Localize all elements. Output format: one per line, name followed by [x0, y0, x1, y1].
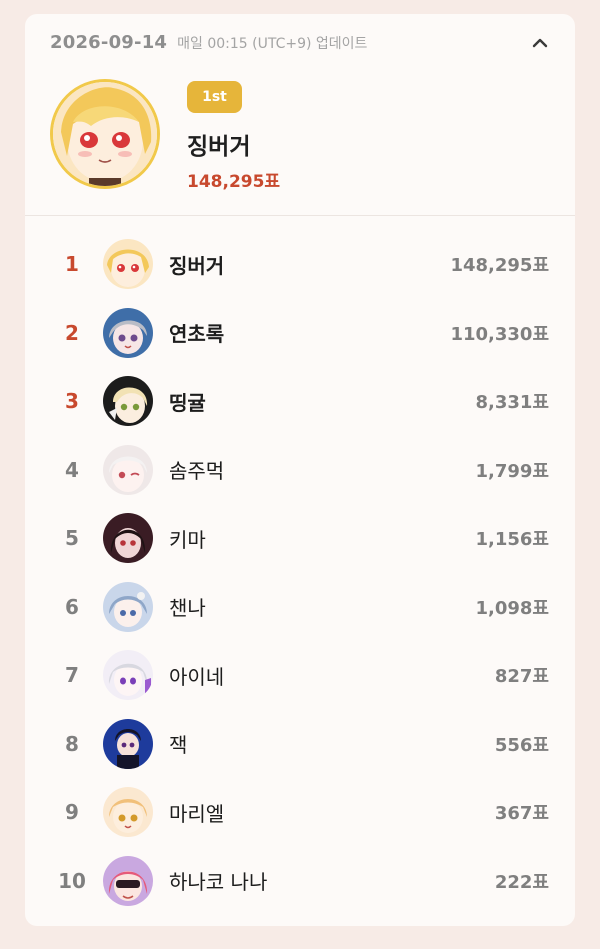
streamer-name: 징버거 — [169, 253, 225, 278]
ranking-row[interactable]: 1 징버거 148,295표 — [25, 230, 575, 299]
ranking-row[interactable]: 6 챈나 1,098표 — [25, 573, 575, 642]
vote-count: 110,330표 — [450, 323, 549, 345]
ranking-row[interactable]: 9 마리엘 367표 — [25, 778, 575, 847]
streamer-name: 하나코 나나 — [169, 870, 268, 895]
rank-number: 10 — [58, 868, 86, 893]
top-ranker[interactable]: 1st 징버거 148,295표 — [25, 74, 575, 214]
rank-number: 3 — [65, 389, 79, 414]
streamer-name: 솜주먹 — [169, 459, 225, 484]
avatar — [103, 307, 153, 358]
rank-number: 6 — [65, 594, 79, 619]
avatar — [103, 513, 153, 563]
streamer-name: 아이네 — [169, 664, 225, 689]
rank-number: 2 — [65, 320, 79, 345]
streamer-name: 띵귤 — [169, 390, 206, 415]
avatar — [103, 444, 153, 495]
rank-number: 4 — [65, 457, 79, 482]
top-ranker-name: 징버거 — [187, 134, 251, 160]
avatar — [103, 787, 153, 837]
ranking-row[interactable]: 3 띵귤 8,331표 — [25, 367, 575, 436]
avatar — [103, 650, 153, 700]
streamer-name: 키마 — [169, 527, 206, 552]
collapse-button[interactable] — [527, 30, 553, 56]
top-ranker-avatar — [50, 79, 160, 189]
vote-count: 8,331표 — [475, 392, 550, 414]
streamer-name: 마리엘 — [169, 801, 225, 826]
update-schedule-note: 매일 00:15 (UTC+9) 업데이트 — [177, 36, 368, 52]
ranking-row[interactable]: 2 연초록 110,330표 — [25, 299, 575, 368]
top-ranker-votes: 148,295표 — [187, 172, 281, 192]
ranking-row[interactable]: 4 솜주먹 1,799표 — [25, 436, 575, 505]
rank-badge: 1st — [187, 81, 242, 113]
ranking-row[interactable]: 8 잭 556표 — [25, 710, 575, 779]
rank-number: 7 — [65, 663, 79, 688]
ranking-row[interactable]: 7 아이네 827표 — [25, 641, 575, 710]
rank-number: 1 — [65, 252, 79, 277]
chevron-up-icon — [532, 38, 548, 48]
avatar — [103, 718, 153, 769]
ranking-date: 2026-09-14 — [50, 32, 168, 53]
avatar — [103, 581, 153, 632]
ranking-card: 2026-09-14 매일 00:15 (UTC+9) 업데이트 1st 징버거… — [25, 14, 575, 926]
rank-number: 5 — [65, 526, 79, 551]
vote-count: 1,098표 — [475, 597, 550, 619]
rank-number: 8 — [65, 731, 79, 756]
avatar — [103, 239, 153, 289]
ranking-row[interactable]: 5 키마 1,156표 — [25, 504, 575, 573]
rank-number: 9 — [65, 800, 79, 825]
vote-count: 148,295표 — [450, 255, 549, 277]
vote-count: 556표 — [494, 734, 549, 756]
ranking-list: 1 징버거 148,295표 2 연초록 110,330표 3 띵귤 8,331… — [25, 230, 575, 915]
vote-count: 367표 — [494, 803, 549, 825]
vote-count: 1,799표 — [475, 460, 550, 482]
vote-count: 1,156표 — [475, 529, 550, 551]
ranking-header: 2026-09-14 매일 00:15 (UTC+9) 업데이트 — [50, 32, 367, 53]
avatar — [103, 855, 153, 906]
divider — [25, 215, 575, 216]
vote-count: 222표 — [494, 871, 549, 893]
avatar — [103, 376, 153, 426]
streamer-name: 챈나 — [169, 596, 206, 621]
streamer-name: 잭 — [169, 733, 188, 758]
ranking-row[interactable]: 10 하나코 나나 222표 — [25, 847, 575, 916]
vote-count: 827표 — [494, 666, 549, 688]
streamer-name: 연초록 — [169, 322, 225, 347]
